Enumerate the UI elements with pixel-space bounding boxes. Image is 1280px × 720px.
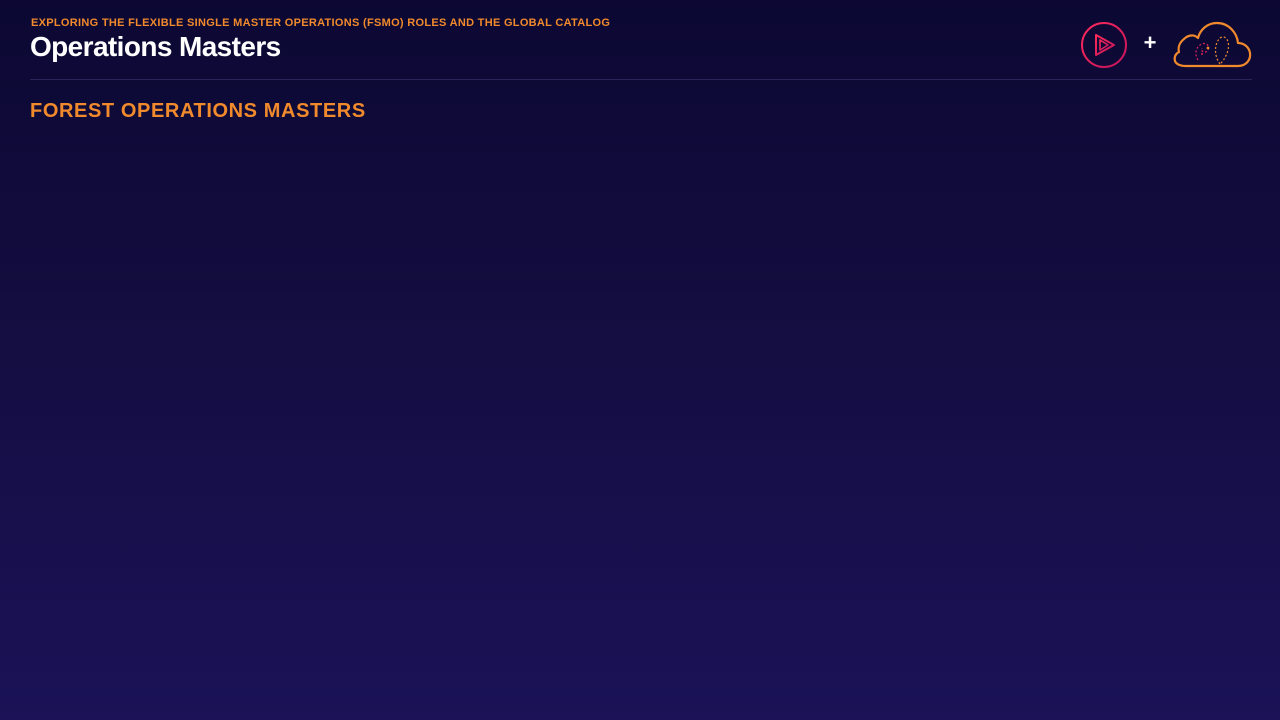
header-divider — [30, 79, 1252, 80]
cloud-logo-icon — [1173, 21, 1252, 68]
play-circle-logo-icon — [1081, 22, 1127, 68]
slide-header: EXPLORING THE FLEXIBLE SINGLE MASTER OPE… — [0, 0, 1280, 80]
course-kicker: EXPLORING THE FLEXIBLE SINGLE MASTER OPE… — [31, 17, 611, 29]
plus-icon: + — [1143, 30, 1157, 55]
brand-logos: + — [1080, 20, 1254, 70]
section-heading: FOREST OPERATIONS MASTERS — [30, 100, 366, 122]
slide-title: Operations Masters — [30, 31, 281, 62]
slide-content-area — [30, 140, 1250, 700]
